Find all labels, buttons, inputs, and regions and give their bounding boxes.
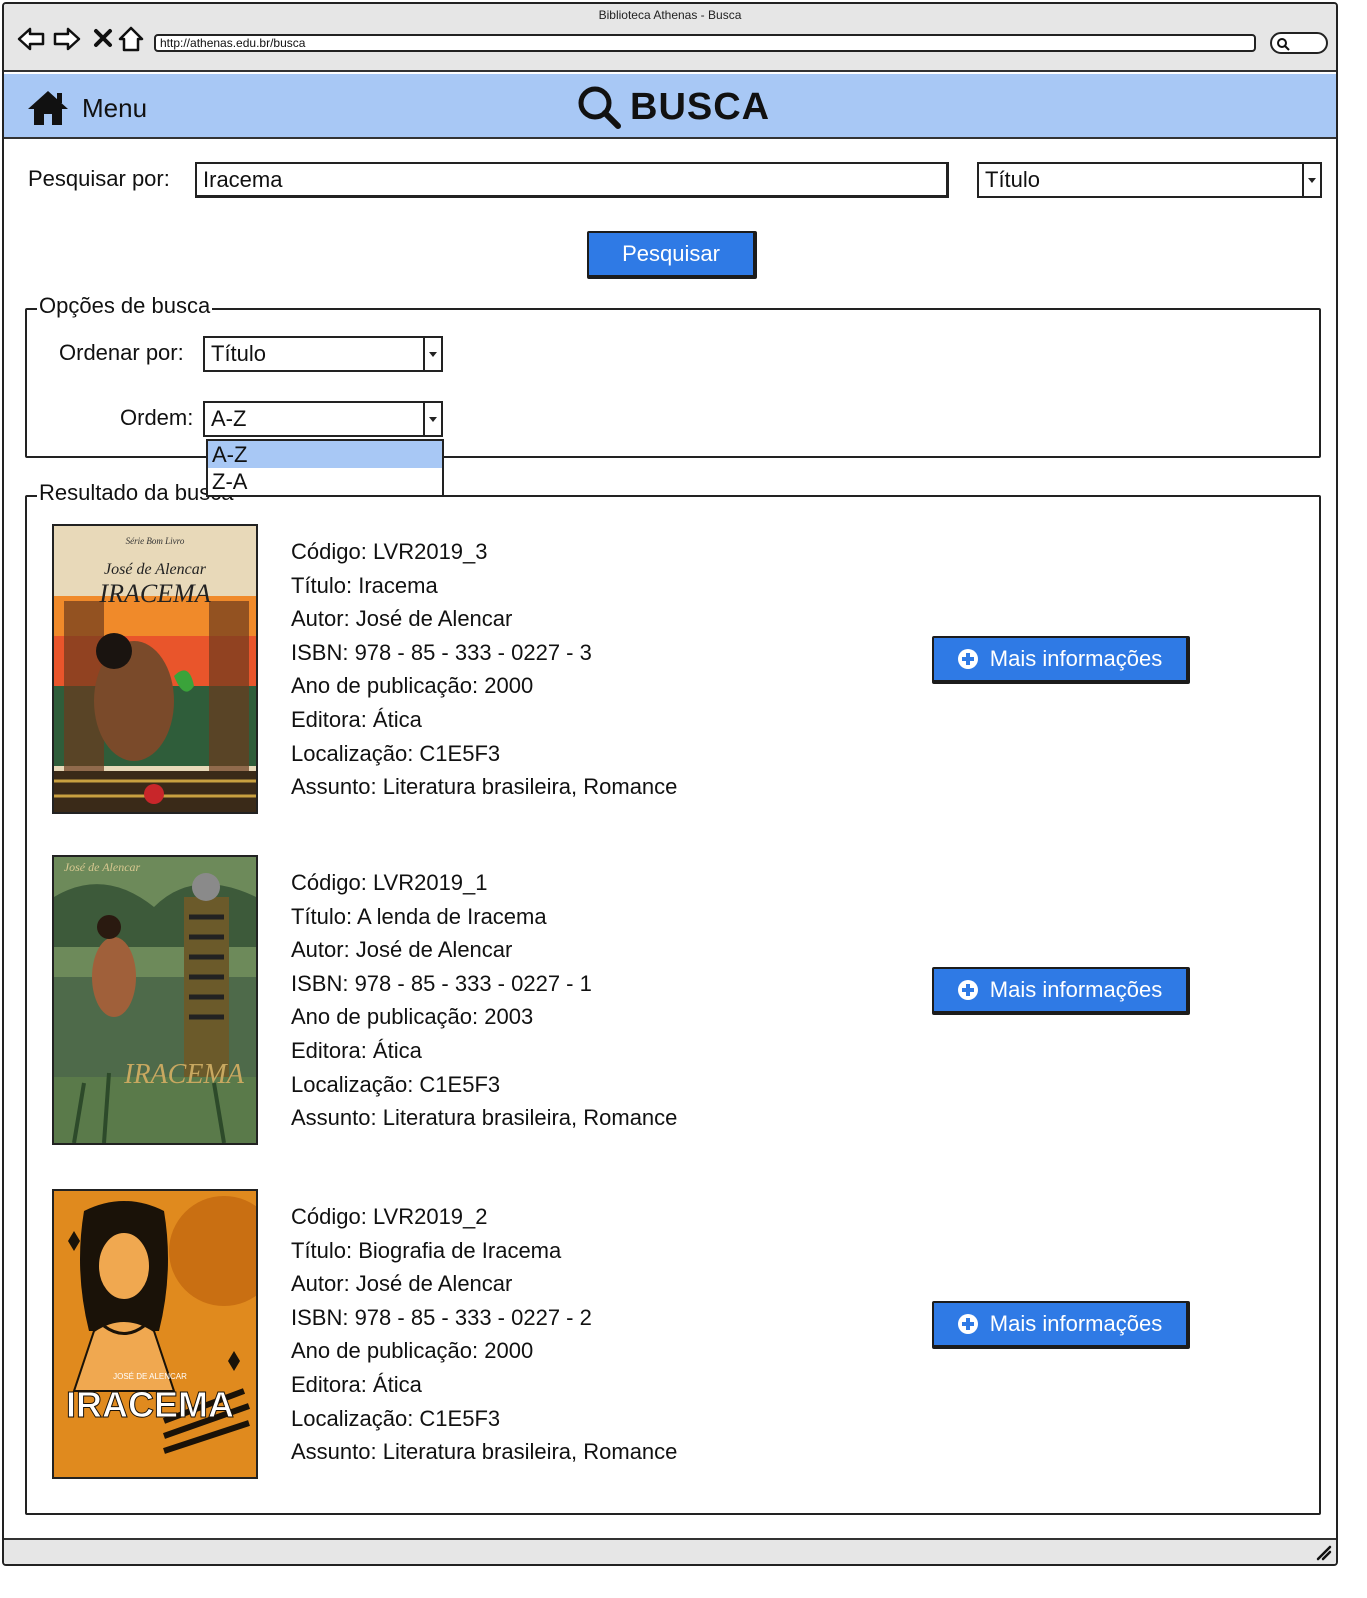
book-location: Localização: C1E5F3: [291, 740, 501, 766]
book-title: Título: A lenda de Iracema: [291, 903, 547, 929]
book-info-1: Código: LVR2019_3 Título: Iracema Autor:…: [291, 535, 677, 804]
book-cover-3: JOSÉ DE ALENCAR IRACEMA: [52, 1189, 258, 1479]
book-publisher: Editora: Ática: [291, 1371, 422, 1397]
book-title: Título: Biografia de Iracema: [291, 1237, 562, 1263]
book-cover-1: Série Bom Livro José de Alencar IRACEMA: [52, 524, 258, 814]
book-subject: Assunto: Literatura brasileira, Romance: [291, 1439, 678, 1465]
home-icon: [28, 91, 68, 125]
browser-chrome: Biblioteca Athenas - Busca http://athena…: [4, 4, 1336, 72]
search-icon: [578, 86, 621, 129]
cover-title: IRACEMA: [66, 1384, 234, 1425]
browser-search-box[interactable]: [1270, 32, 1328, 54]
book-year: Ano de publicação: 2000: [291, 673, 534, 699]
home-outline-icon[interactable]: [116, 24, 146, 54]
book-isbn: ISBN: 978 - 85 - 333 - 0227 - 3: [291, 639, 592, 665]
search-icon: [1277, 38, 1290, 51]
book-subject: Assunto: Literatura brasileira, Romance: [291, 774, 678, 800]
book-title: Título: Iracema: [291, 572, 438, 598]
sort-value: Título: [211, 341, 267, 366]
plus-circle-icon: [957, 649, 978, 669]
url-bar[interactable]: http://athenas.edu.br/busca: [154, 34, 1256, 52]
book-publisher: Editora: Ática: [291, 1037, 422, 1063]
order-option-az[interactable]: A-Z: [208, 441, 442, 468]
more-info-label: Mais informações: [989, 977, 1163, 1002]
more-info-button-1[interactable]: Mais informações: [932, 636, 1190, 684]
chevron-down-icon[interactable]: [423, 338, 441, 370]
order-dropdown-list: A-Z Z-A: [206, 439, 444, 497]
book-cover-image: JOSÉ DE ALENCAR IRACEMA: [54, 1191, 256, 1477]
book-isbn: ISBN: 978 - 85 - 333 - 0227 - 2: [291, 1304, 592, 1330]
cover-title: IRACEMA: [123, 1059, 245, 1090]
chevron-down-icon[interactable]: [1302, 164, 1320, 196]
back-arrow-icon[interactable]: [16, 24, 46, 54]
window-title: Biblioteca Athenas - Busca: [598, 8, 742, 22]
search-input[interactable]: Iracema: [195, 162, 949, 198]
plus-circle-icon: [957, 980, 978, 1000]
order-value: A-Z: [211, 406, 247, 431]
cover-author: José de Alencar: [64, 860, 141, 874]
resize-grip-icon[interactable]: [1314, 1543, 1332, 1561]
book-subject: Assunto: Literatura brasileira, Romance: [291, 1105, 678, 1131]
chevron-down-icon[interactable]: [423, 403, 441, 435]
search-field-select[interactable]: Título: [977, 162, 1322, 198]
menu-link[interactable]: Menu: [26, 88, 147, 128]
search-field-value: Título: [985, 167, 1041, 192]
more-info-label: Mais informações: [989, 1311, 1163, 1336]
menu-label: Menu: [82, 92, 148, 123]
app-header: Menu BUSCA: [4, 74, 1336, 139]
cover-series: Série Bom Livro: [126, 536, 185, 546]
book-author: Autor: José de Alencar: [291, 937, 513, 963]
search-label: Pesquisar por:: [28, 166, 170, 191]
search-options-legend: Opções de busca: [37, 293, 213, 319]
more-info-label: Mais informações: [989, 646, 1163, 671]
sort-label: Ordenar por:: [59, 340, 184, 365]
book-year: Ano de publicação: 2000: [291, 1338, 534, 1364]
cover-title: IRACEMA: [98, 579, 210, 608]
book-code: Código: LVR2019_3: [291, 539, 488, 564]
cover-author: JOSÉ DE ALENCAR: [113, 1372, 187, 1381]
status-bar: [4, 1538, 1336, 1564]
book-publisher: Editora: Ática: [291, 706, 422, 732]
book-cover-image: Série Bom Livro José de Alencar IRACEMA: [54, 526, 256, 812]
order-select[interactable]: A-Z: [203, 401, 443, 437]
order-label: Ordem:: [120, 405, 194, 430]
book-author: Autor: José de Alencar: [291, 1271, 513, 1297]
book-location: Localização: C1E5F3: [291, 1071, 501, 1097]
book-info-3: Código: LVR2019_2 Título: Biografia de I…: [291, 1200, 677, 1469]
search-button[interactable]: Pesquisar: [587, 231, 757, 279]
book-location: Localização: C1E5F3: [291, 1405, 501, 1431]
cover-author: José de Alencar: [104, 561, 207, 578]
page-title-text: BUSCA: [630, 85, 771, 128]
book-author: Autor: José de Alencar: [291, 606, 513, 632]
close-icon[interactable]: [88, 24, 118, 54]
forward-arrow-icon[interactable]: [52, 24, 82, 54]
book-cover-image: José de Alencar IRACEMA: [54, 857, 256, 1143]
order-option-za[interactable]: Z-A: [208, 468, 442, 495]
sort-select[interactable]: Título: [203, 336, 443, 372]
book-year: Ano de publicação: 2003: [291, 1004, 534, 1030]
book-code: Código: LVR2019_2: [291, 1204, 488, 1229]
more-info-button-2[interactable]: Mais informações: [932, 967, 1190, 1015]
more-info-button-3[interactable]: Mais informações: [932, 1301, 1190, 1349]
book-code: Código: LVR2019_1: [291, 870, 488, 895]
plus-circle-icon: [957, 1314, 978, 1334]
book-info-2: Código: LVR2019_1 Título: A lenda de Ira…: [291, 866, 677, 1135]
search-button-label: Pesquisar: [622, 241, 720, 266]
page-title: BUSCA: [576, 84, 770, 130]
browser-window: Biblioteca Athenas - Busca http://athena…: [2, 2, 1338, 1566]
book-isbn: ISBN: 978 - 85 - 333 - 0227 - 1: [291, 970, 592, 996]
book-cover-2: José de Alencar IRACEMA: [52, 855, 258, 1145]
